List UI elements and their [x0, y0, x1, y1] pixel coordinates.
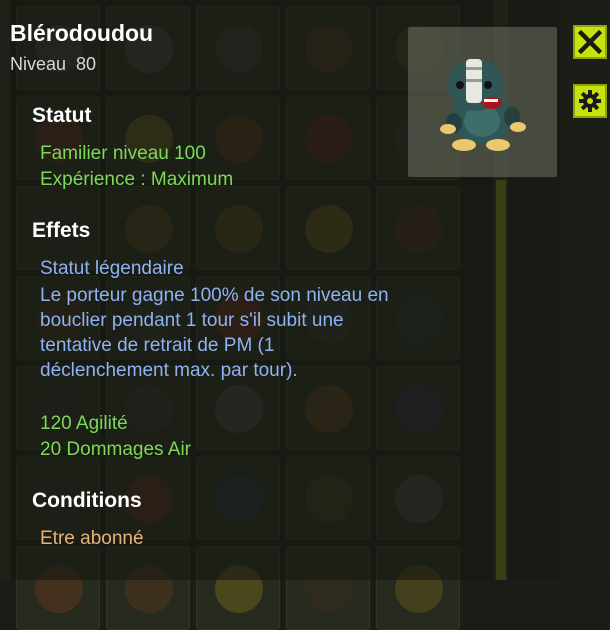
item-level: Niveau 80 — [10, 54, 96, 75]
statut-line: Expérience : Maximum — [40, 169, 234, 190]
settings-button[interactable] — [573, 84, 607, 118]
effect-description: Le porteur gagne 100% de son niveau en b… — [40, 285, 389, 381]
level-value: 80 — [76, 54, 97, 74]
effect-stat: 20 Dommages Air — [40, 439, 192, 460]
effect-stat: 120 Agilité — [40, 413, 128, 434]
level-label: Niveau — [10, 54, 67, 74]
statut-title: Statut — [32, 104, 92, 127]
conditions-title: Conditions — [32, 489, 142, 512]
close-icon — [578, 30, 602, 54]
gear-icon — [579, 90, 601, 112]
condition-line: Etre abonné — [40, 528, 144, 549]
effets-title: Effets — [32, 219, 91, 242]
pet-image-frame — [408, 27, 557, 177]
close-button[interactable] — [573, 25, 607, 59]
pet-image — [440, 59, 526, 151]
statut-line: Familier niveau 100 — [40, 143, 206, 164]
item-name: Blérodoudou — [10, 20, 154, 46]
effect-name: Statut légendaire — [40, 258, 184, 279]
item-tooltip: Blérodoudou Niveau 80 Statut Familier ni… — [0, 0, 560, 580]
